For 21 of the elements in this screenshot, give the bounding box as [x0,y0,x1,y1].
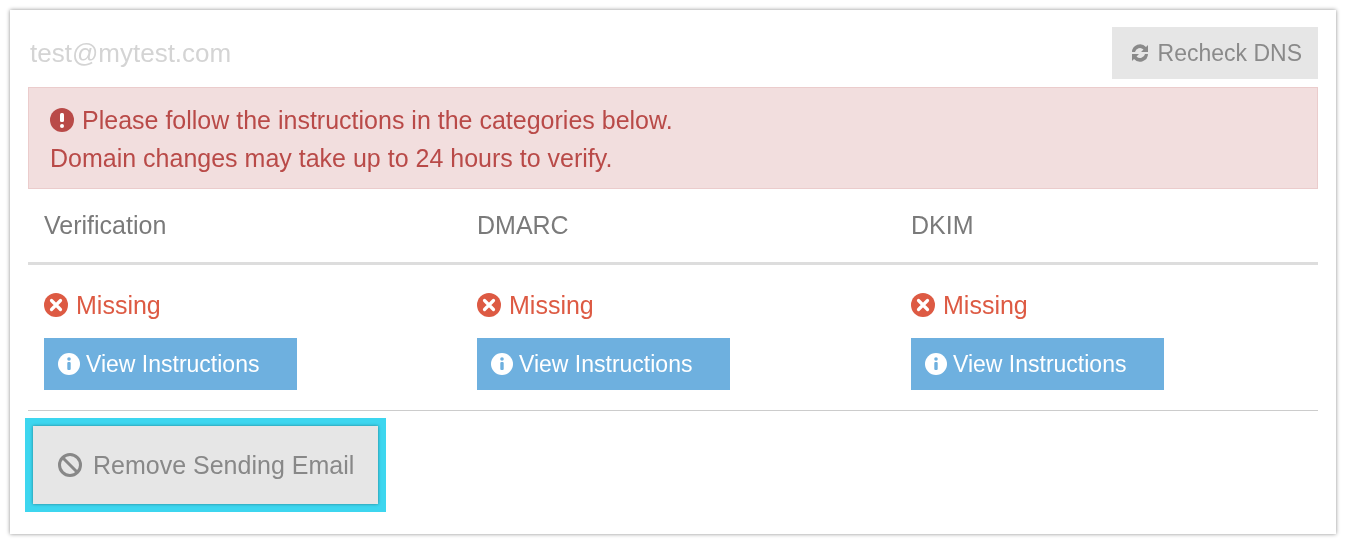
view-instructions-button[interactable]: View Instructions [477,338,730,390]
error-icon [44,293,68,317]
error-icon [477,293,501,317]
status-text: Missing [509,290,594,320]
info-icon [58,353,80,375]
category-heading: Verification [44,211,167,239]
exclamation-icon [50,108,74,132]
info-icon [491,353,513,375]
recheck-dns-button[interactable]: Recheck DNS [1111,27,1318,79]
remove-sending-email-button[interactable]: Remove Sending Email [33,426,379,504]
info-icon [925,353,947,375]
view-instructions-button[interactable]: View Instructions [44,338,297,390]
alert-text: Domain changes may take up to 24 hours to verify. [50,143,613,173]
status-text: Missing [943,290,1028,320]
error-icon [911,293,935,317]
category-heading: DKIM [911,211,974,239]
prohibited-icon [57,452,83,478]
status-text: Missing [76,290,161,320]
view-instructions-button[interactable]: View Instructions [911,338,1164,390]
alert-text: Please follow the instructions in the categories below. [82,105,673,135]
category-heading: DMARC [477,211,569,239]
